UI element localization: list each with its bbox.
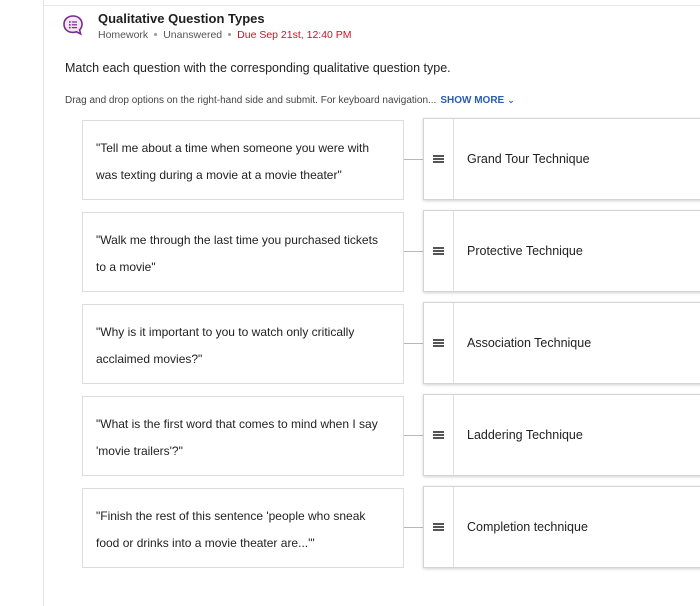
connector-line (404, 343, 424, 344)
chevron-down-icon: ⌄ (507, 95, 515, 105)
answer-option[interactable]: Protective Technique (423, 210, 700, 292)
answer-label: Association Technique (467, 336, 592, 350)
due-date: Due Sep 21st, 12:40 PM (237, 29, 352, 41)
question-bubble-icon (63, 15, 83, 36)
answer-option[interactable]: Association Technique (423, 302, 700, 384)
match-row: "Finish the rest of this sentence 'peopl… (82, 486, 700, 570)
assignment-type: Homework (98, 29, 149, 41)
answer-option[interactable]: Grand Tour Technique (423, 118, 700, 200)
match-row: "Why is it important to you to watch onl… (82, 302, 700, 386)
drag-handle-icon (433, 431, 444, 439)
question-prompt: Match each question with the correspondi… (65, 61, 451, 75)
separator-dot (154, 32, 158, 36)
match-row: "Walk me through the last time you purch… (82, 210, 700, 294)
connector-line (404, 435, 424, 436)
answer-label: Laddering Technique (467, 428, 583, 442)
drag-handle[interactable] (424, 211, 454, 291)
drag-handle[interactable] (424, 303, 454, 383)
show-more-label: SHOW MORE (440, 95, 505, 106)
assignment-status: Unanswered (163, 29, 223, 41)
answer-option[interactable]: Laddering Technique (423, 394, 700, 476)
question-card: "Walk me through the last time you purch… (82, 212, 404, 292)
drag-handle-icon (433, 247, 444, 255)
drag-handle-icon (433, 523, 444, 531)
answer-option[interactable]: Completion technique (423, 486, 700, 568)
match-row: "Tell me about a time when someone you w… (82, 118, 700, 202)
question-card: "Why is it important to you to watch onl… (82, 304, 404, 384)
connector-line (404, 527, 424, 528)
answer-label: Completion technique (467, 520, 588, 534)
drag-handle[interactable] (424, 487, 454, 567)
helper-text: Drag and drop options on the right-hand … (65, 95, 515, 106)
left-divider (43, 0, 44, 606)
connector-line (404, 251, 424, 252)
separator-dot (228, 32, 232, 36)
drag-handle-icon (433, 339, 444, 347)
drag-handle-icon (433, 155, 444, 163)
question-card: "What is the first word that comes to mi… (82, 396, 404, 476)
drag-handle[interactable] (424, 119, 454, 199)
top-divider (44, 5, 700, 6)
question-card: "Tell me about a time when someone you w… (82, 120, 404, 200)
helper-text-body: Drag and drop options on the right-hand … (65, 95, 437, 106)
assignment-meta: Homework Unanswered Due Sep 21st, 12:40 PM (98, 29, 498, 41)
connector-line (404, 159, 424, 160)
answer-label: Grand Tour Technique (467, 152, 590, 166)
drag-handle[interactable] (424, 395, 454, 475)
show-more-link[interactable]: SHOW MORE ⌄ (440, 95, 514, 106)
assignment-title: Qualitative Question Types (98, 11, 265, 26)
match-row: "What is the first word that comes to mi… (82, 394, 700, 478)
answer-label: Protective Technique (467, 244, 583, 258)
question-card: "Finish the rest of this sentence 'peopl… (82, 488, 404, 568)
